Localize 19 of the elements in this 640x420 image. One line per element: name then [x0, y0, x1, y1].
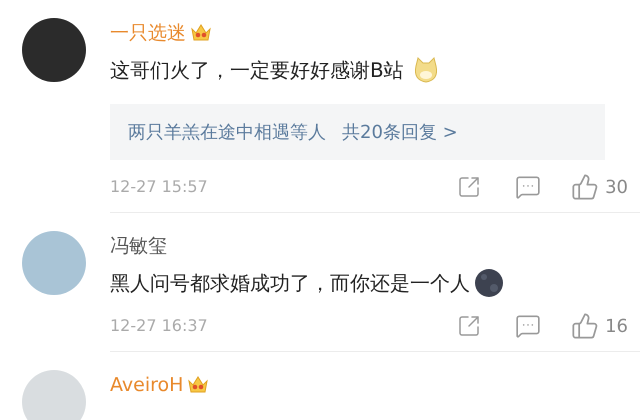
like-count: 30 [605, 176, 628, 200]
comment-icon[interactable] [515, 174, 542, 200]
moon-emoji-icon [474, 268, 504, 298]
comment-time: 12-27 16:37 [110, 315, 209, 337]
reply-count-link[interactable]: 共20条回复 > [342, 118, 458, 146]
like-icon[interactable] [571, 312, 600, 340]
user-name[interactable]: 一只选迷 [110, 18, 186, 48]
share-icon[interactable] [457, 175, 482, 199]
comment-time: 12-27 15:57 [110, 176, 209, 198]
user-name[interactable]: 冯敏玺 [110, 232, 167, 260]
user-name[interactable]: AveiroH [110, 370, 184, 400]
share-icon[interactable] [457, 314, 482, 338]
comment-icon[interactable] [515, 313, 542, 339]
like-icon[interactable] [571, 173, 600, 201]
like-count: 16 [605, 314, 628, 338]
comment-text: 黑人问号都求婚成功了，而你还是一个人 [110, 270, 470, 297]
reply-users: 两只羊羔在途中相遇等人 [128, 120, 326, 144]
comment-text: 这哥们火了，一定要好好感谢B站 [110, 57, 404, 84]
replies-panel[interactable]: 两只羊羔在途中相遇等人 共20条回复 > [110, 104, 605, 160]
